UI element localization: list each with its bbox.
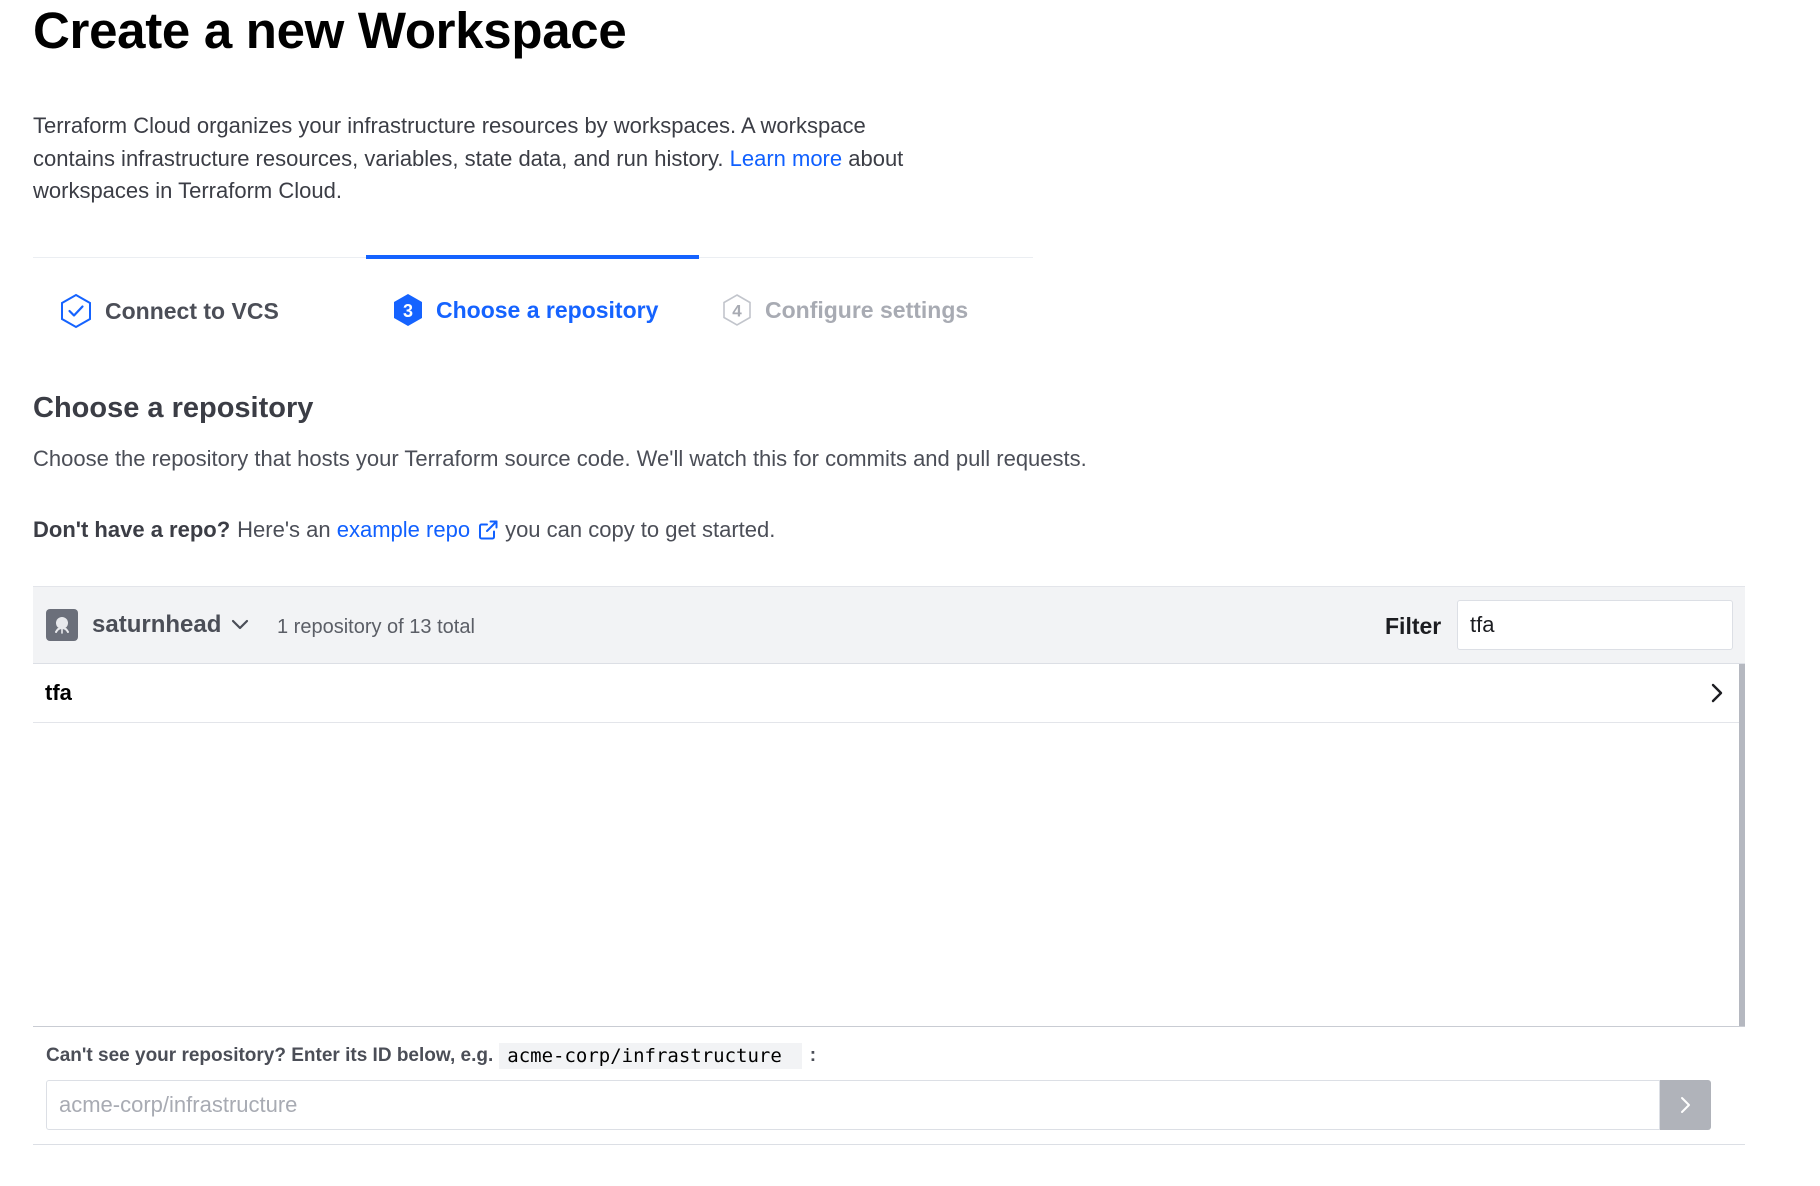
learn-more-link[interactable]: Learn more xyxy=(730,146,843,171)
chevron-right-icon xyxy=(1711,683,1723,703)
no-repo-text: Here's an xyxy=(237,517,331,542)
list-divider xyxy=(33,1026,1745,1027)
octocat-icon xyxy=(55,617,69,634)
chevron-down-icon xyxy=(232,619,249,630)
workflow-steps: Connect to VCS 3 Choose a repository 4 C… xyxy=(33,255,1033,358)
step-connect-to-vcs[interactable]: Connect to VCS xyxy=(59,293,279,329)
manual-repo-hint: Can't see your repository? Enter its ID … xyxy=(46,1043,816,1069)
org-selector[interactable]: saturnhead xyxy=(46,609,249,641)
step-number-hexagon-icon: 3 xyxy=(394,294,422,326)
no-repo-hint: Don't have a repo? Here's an example rep… xyxy=(33,517,775,543)
step-number: 3 xyxy=(403,301,413,321)
step-label: Choose a repository xyxy=(436,296,659,323)
chevron-right-icon xyxy=(1680,1097,1690,1113)
step-number: 4 xyxy=(732,302,742,321)
example-repo-link[interactable]: example repo xyxy=(337,517,470,543)
repository-id-input[interactable] xyxy=(46,1080,1660,1130)
hint-colon: : xyxy=(809,1045,817,1066)
manual-repo-hint-text: Can't see your repository? Enter its ID … xyxy=(46,1045,494,1066)
page-title: Create a new Workspace xyxy=(33,2,627,59)
section-heading: Choose a repository xyxy=(33,392,314,424)
submit-repository-id-button[interactable] xyxy=(1660,1080,1711,1130)
step-label: Connect to VCS xyxy=(105,297,279,324)
step-label: Configure settings xyxy=(765,296,969,323)
create-workspace-page: Create a new Workspace Terraform Cloud o… xyxy=(0,0,1820,1186)
step-configure-settings: 4 Configure settings xyxy=(721,293,968,327)
repository-name: tfa xyxy=(45,680,72,705)
intro-paragraph: Terraform Cloud organizes your infrastru… xyxy=(33,110,953,208)
repository-list: tfa xyxy=(33,664,1745,1026)
check-hexagon-icon xyxy=(61,293,91,329)
repository-row[interactable]: tfa xyxy=(33,664,1739,723)
org-name: saturnhead xyxy=(92,611,222,638)
repository-count: 1 repository of 13 total xyxy=(277,616,475,638)
repository-panel-header: saturnhead 1 repository of 13 total Filt… xyxy=(33,586,1745,664)
repository-panel: saturnhead 1 repository of 13 total Filt… xyxy=(33,586,1745,1145)
external-link-icon[interactable] xyxy=(477,519,499,541)
filter-label: Filter xyxy=(1385,613,1442,639)
step-number-hexagon-icon: 4 xyxy=(723,294,751,326)
no-repo-tail: you can copy to get started. xyxy=(505,517,776,542)
org-avatar xyxy=(46,609,78,641)
filter-input[interactable] xyxy=(1457,600,1733,650)
step-choose-repository[interactable]: 3 Choose a repository xyxy=(392,293,658,327)
no-repo-bold: Don't have a repo? xyxy=(33,517,231,542)
section-description: Choose the repository that hosts your Te… xyxy=(33,446,1087,471)
active-step-indicator xyxy=(366,255,699,259)
example-repo-id: acme-corp/infrastructure xyxy=(499,1043,802,1069)
repository-list-scrollbar[interactable] xyxy=(1739,664,1745,1026)
